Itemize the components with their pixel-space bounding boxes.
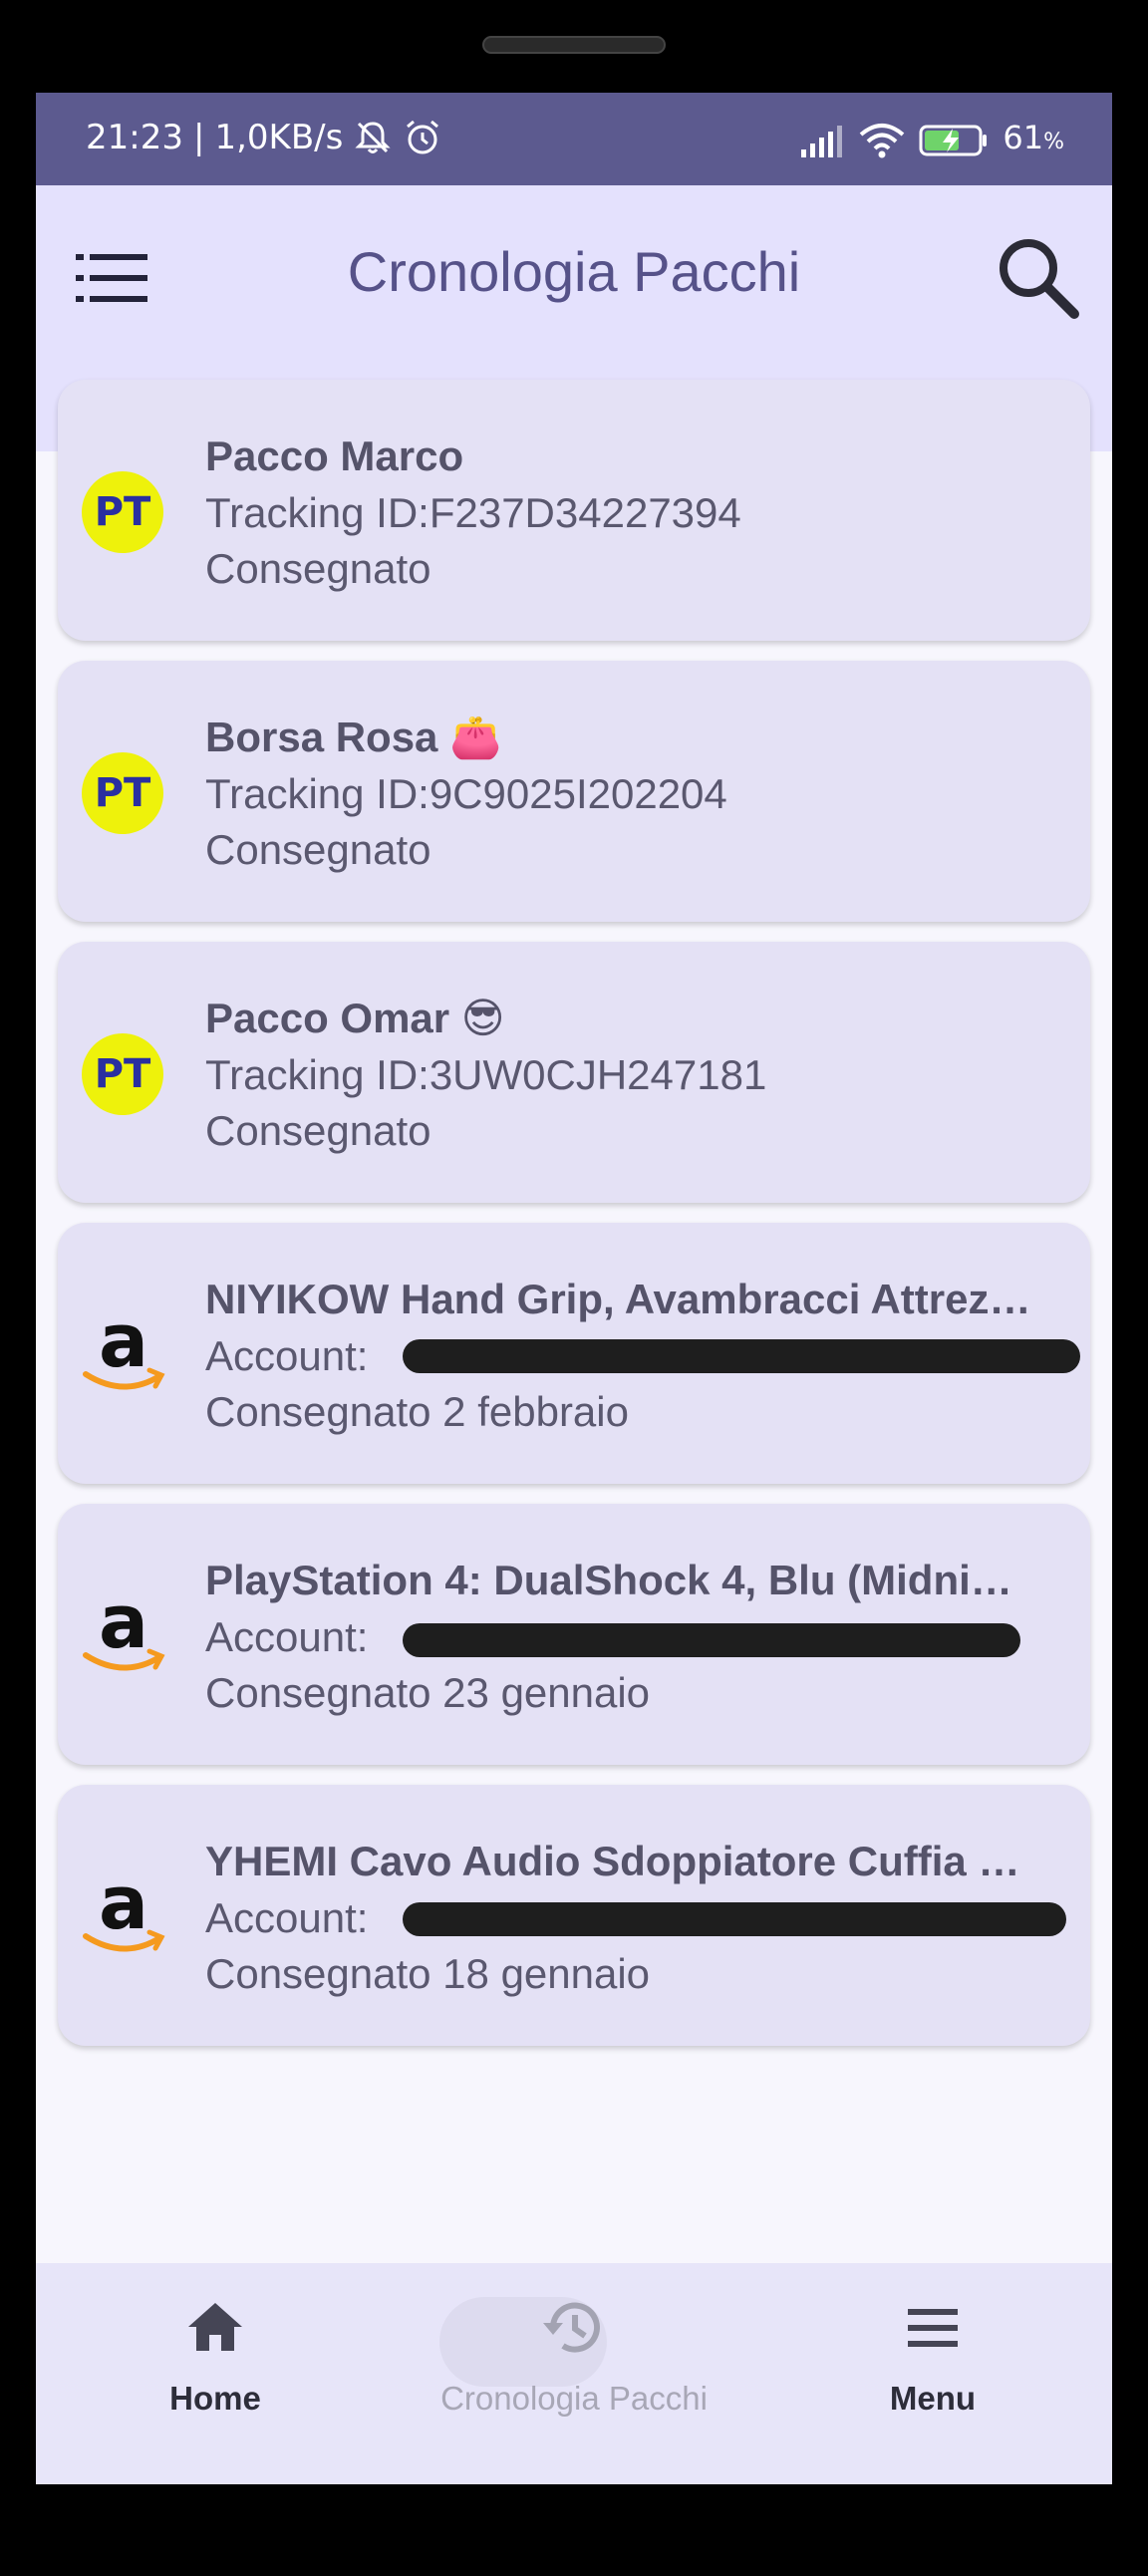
package-card[interactable]: PT Borsa Rosa 👛 Tracking ID:9C9025I20220… — [58, 661, 1090, 922]
package-name: YHEMI Cavo Audio Sdoppiatore Cuffia e… — [205, 1838, 1032, 1884]
package-card[interactable]: PT Pacco Marco Tracking ID:F237D34227394… — [58, 380, 1090, 641]
package-card[interactable]: a YHEMI Cavo Audio Sdoppiatore Cuffia e…… — [58, 1785, 1090, 2046]
package-name: Pacco Marco — [205, 432, 464, 479]
package-name: Borsa Rosa 👛 — [205, 714, 502, 760]
amazon-logo: a — [83, 1589, 165, 1671]
poste-italiane-logo: PT — [82, 1033, 163, 1115]
signal-icon — [801, 125, 843, 157]
package-card[interactable]: a PlayStation 4: DualShock 4, Blu (Midni… — [58, 1504, 1090, 1765]
home-icon — [188, 2303, 242, 2351]
package-status: Consegnato 2 febbraio — [205, 1388, 629, 1435]
tracking-id: Tracking ID:9C9025I202204 — [205, 770, 727, 817]
package-status: Consegnato 18 gennaio — [205, 1950, 651, 1997]
network-speed: 1,0KB/s — [214, 118, 344, 157]
amazon-logo: a — [83, 1308, 165, 1390]
package-list: PT Pacco Marco Tracking ID:F237D34227394… — [58, 380, 1090, 2066]
alarm-icon — [407, 120, 439, 154]
wifi-icon — [860, 123, 905, 157]
page-title: Cronologia Pacchi — [347, 240, 801, 303]
package-status: Consegnato — [205, 1107, 431, 1154]
nav-home-label: Home — [169, 2380, 261, 2417]
svg-text:a: a — [99, 1589, 148, 1665]
nav-history-label: Cronologia Pacchi — [440, 2380, 708, 2417]
package-name: Pacco Omar 😎 — [205, 995, 505, 1041]
amazon-logo: a — [83, 1870, 165, 1952]
nav-home[interactable]: Home — [66, 2293, 365, 2452]
bottom-navigation: Home Cronologia Pacchi Menu — [36, 2263, 1112, 2484]
nav-menu[interactable]: Menu — [783, 2293, 1082, 2452]
poste-italiane-logo: PT — [82, 752, 163, 834]
svg-text:a: a — [99, 1870, 148, 1946]
mute-bell-icon — [355, 122, 391, 153]
phone-speaker — [482, 36, 666, 54]
battery-unit: % — [1043, 130, 1064, 154]
battery-charging-icon — [919, 125, 988, 155]
history-icon — [543, 2302, 600, 2353]
package-status: Consegnato — [205, 826, 431, 873]
status-time: 21:23 — [86, 118, 183, 157]
nav-menu-label: Menu — [889, 2380, 977, 2417]
redacted-account — [403, 1339, 1080, 1373]
redacted-account — [403, 1902, 1066, 1936]
package-card[interactable]: PT Pacco Omar 😎 Tracking ID:3UW0CJH24718… — [58, 942, 1090, 1203]
poste-italiane-logo: PT — [82, 471, 163, 553]
hamburger-icon — [908, 2309, 958, 2347]
phone-screen: 21:23 | 1,0KB/s 61% Cronologia Pacchi PT… — [36, 93, 1112, 2484]
nav-history[interactable]: Cronologia Pacchi — [425, 2293, 723, 2452]
svg-text:a: a — [99, 1308, 148, 1384]
phone-bottom-bezel — [0, 2484, 1148, 2576]
package-name: NIYIKOW Hand Grip, Avambracci Attrez… — [205, 1276, 1031, 1322]
search-icon[interactable] — [993, 232, 1082, 322]
tracking-id: Tracking ID:3UW0CJH247181 — [205, 1051, 767, 1098]
status-separator: | — [192, 118, 205, 157]
redacted-account — [403, 1623, 1020, 1657]
tracking-id: Tracking ID:F237D34227394 — [205, 489, 741, 536]
package-name: PlayStation 4: DualShock 4, Blu (Midnig… — [205, 1557, 1032, 1603]
package-status: Consegnato — [205, 545, 431, 592]
package-status: Consegnato 23 gennaio — [205, 1669, 651, 1716]
package-card[interactable]: a NIYIKOW Hand Grip, Avambracci Attrez… … — [58, 1223, 1090, 1484]
status-bar: 21:23 | 1,0KB/s 61% — [36, 93, 1112, 185]
battery-level: 61 — [1003, 119, 1044, 156]
